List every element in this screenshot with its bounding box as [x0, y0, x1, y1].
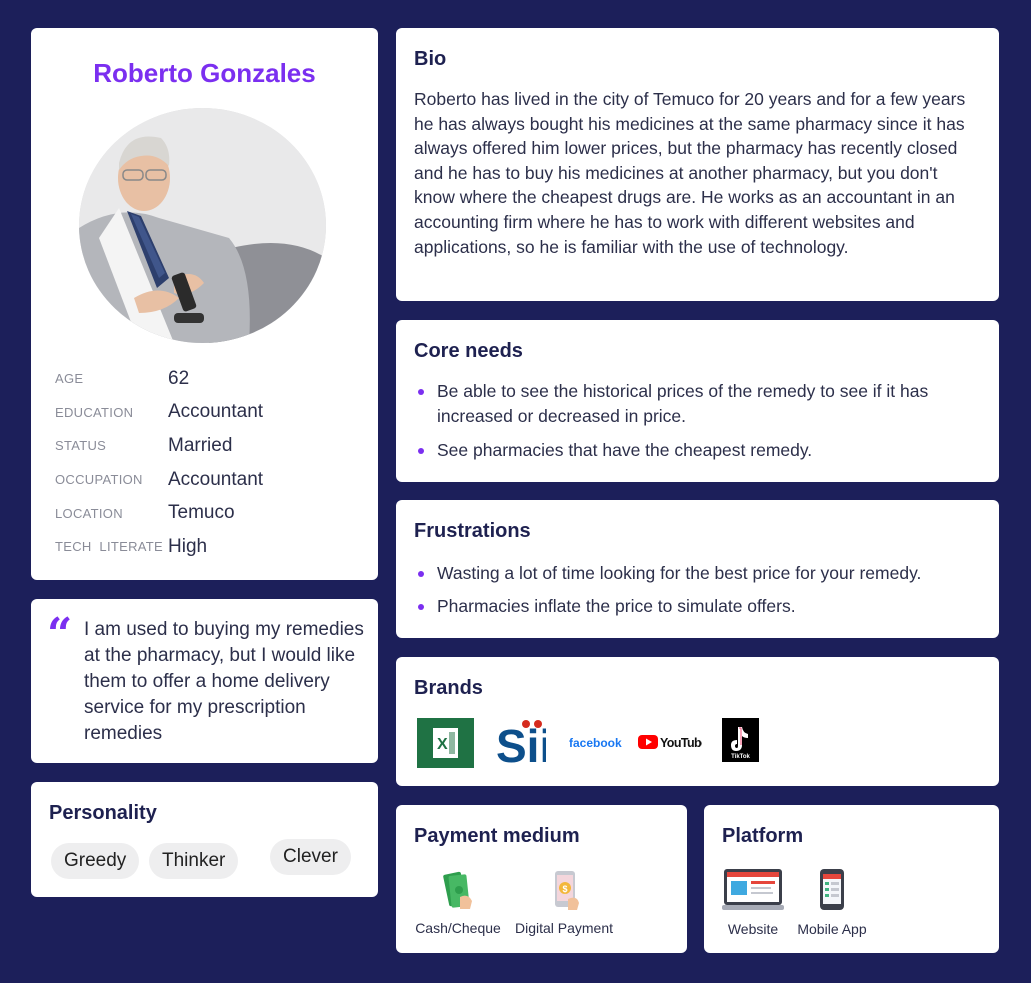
trait-chip: Thinker [149, 843, 239, 879]
website-icon [722, 869, 784, 910]
platform-item-label: Website [727, 921, 779, 937]
fact-value: Temuco [168, 502, 235, 524]
fact-value: Accountant [168, 468, 264, 490]
tiktok-wordmark: TikTok [731, 754, 750, 760]
facebook-logo-icon: facebook [569, 734, 622, 752]
list-item: See pharmacies that have the cheapest re… [414, 438, 979, 463]
sii-logo-icon: Sii [496, 716, 552, 773]
bio-text: Roberto has lived in the city of Temuco … [414, 89, 966, 257]
frustrations-list: Wasting a lot of time looking for the be… [414, 561, 979, 618]
digital-payment-icon: $ [555, 871, 579, 910]
excel-letter: X [437, 736, 448, 753]
brands-card: Brands X Sii facebook YouTube [396, 657, 999, 786]
fact-row-status: STATUS Married [55, 429, 355, 463]
fact-label: EDUCATION [55, 404, 134, 420]
trait-chip: Clever [270, 839, 351, 875]
svg-text:$: $ [562, 884, 567, 894]
platform-card: Platform Website Mobile App [704, 805, 999, 953]
fact-row-tech-literate: TECH LITERATE High [55, 530, 355, 564]
fact-value: High [168, 535, 208, 557]
persona-photo [79, 108, 326, 343]
list-item: Wasting a lot of time looking for the be… [414, 561, 979, 586]
fact-value: Accountant [168, 401, 264, 423]
trait-chip: Greedy [51, 843, 140, 879]
quote-mark-icon: “ [47, 609, 73, 660]
fact-value: 62 [168, 367, 190, 389]
brands-title: Brands [414, 677, 483, 699]
facebook-wordmark: facebook [569, 736, 622, 750]
fact-row-occupation: OCCUPATION Accountant [55, 463, 355, 497]
fact-label: LOCATION [55, 505, 123, 521]
fact-label: AGE [55, 371, 84, 387]
personality-title: Personality [49, 802, 157, 824]
platform-item-website: Website [722, 867, 784, 937]
payment-item-digital: $ Digital Payment [514, 869, 614, 936]
fact-label: OCCUPATION [55, 472, 143, 488]
fact-label: TECH LITERATE [55, 539, 163, 555]
fact-row-education: EDUCATION Accountant [55, 396, 355, 430]
payment-medium-card: Payment medium Cash/Cheque $ Digital Pay… [396, 805, 687, 953]
list-item: Be able to see the historical prices of … [414, 379, 979, 428]
fact-label: STATUS [55, 438, 107, 454]
cash-icon [443, 871, 472, 909]
bio-card: Bio Roberto has lived in the city of Tem… [396, 28, 999, 301]
core-needs-title: Core needs [414, 340, 523, 362]
bio-title: Bio [414, 48, 447, 70]
payment-medium-title: Payment medium [414, 825, 580, 847]
frustrations-title: Frustrations [414, 520, 531, 542]
personality-card: Personality Greedy Thinker Clever [31, 782, 378, 897]
payment-item-label: Digital Payment [514, 920, 614, 936]
profile-card: Roberto Gonzales AGE 62 EDUCATION Accoun… [31, 28, 378, 580]
payment-item-label: Cash/Cheque [415, 920, 501, 936]
platform-item-mobile-app: Mobile App [797, 867, 867, 937]
youtube-wordmark: YouTube [660, 736, 702, 750]
quote-card: “ I am used to buying my remedies at the… [31, 599, 378, 763]
core-needs-card: Core needs Be able to see the historical… [396, 320, 999, 482]
fact-row-age: AGE 62 [55, 362, 355, 396]
quote-text: I am used to buying my remedies at the p… [84, 619, 364, 744]
mobile-app-icon [820, 869, 844, 910]
persona-facts: AGE 62 EDUCATION Accountant STATUS Marri… [55, 362, 355, 564]
platform-item-label: Mobile App [797, 921, 867, 937]
payment-item-cash: Cash/Cheque [414, 869, 502, 936]
list-item: Pharmacies inflate the price to simulate… [414, 594, 979, 619]
frustrations-card: Frustrations Wasting a lot of time looki… [396, 500, 999, 638]
tiktok-logo-icon: TikTok [722, 718, 759, 767]
fact-value: Married [168, 434, 233, 456]
platform-title: Platform [722, 825, 804, 847]
youtube-logo-icon: YouTube [638, 733, 709, 756]
fact-row-location: LOCATION Temuco [55, 496, 355, 530]
core-needs-list: Be able to see the historical prices of … [414, 379, 979, 463]
persona-name: Roberto Gonzales [93, 58, 316, 88]
excel-logo-icon: X [417, 718, 474, 773]
